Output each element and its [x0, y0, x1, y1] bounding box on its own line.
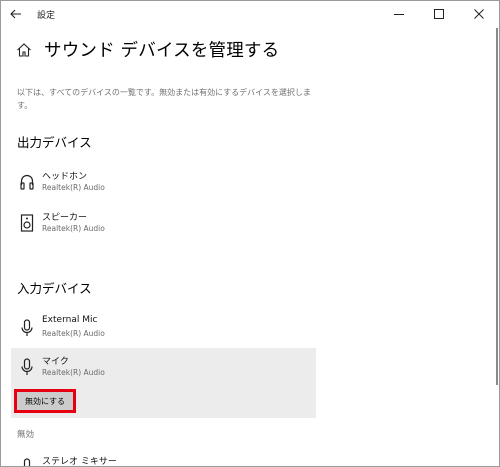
device-headphones[interactable]: ヘッドホン Realtek(R) Audio: [11, 163, 316, 203]
device-external-mic[interactable]: External Mic Realtek(R) Audio: [11, 309, 316, 349]
device-name: マイク: [42, 357, 69, 367]
headphones-icon: [20, 174, 34, 190]
microphone-icon: [21, 358, 33, 375]
disabled-section-label: 無効: [17, 430, 35, 440]
device-name: ステレオ ミキサー: [42, 457, 117, 467]
close-icon: [474, 9, 484, 19]
home-icon[interactable]: [16, 42, 32, 58]
device-driver: Realtek(R) Audio: [42, 329, 105, 338]
page-title: サウンド デバイスを管理する: [44, 41, 280, 61]
speaker-icon: [20, 214, 34, 232]
device-speaker[interactable]: スピーカー Realtek(R) Audio: [11, 204, 316, 244]
page-header: サウンド デバイスを管理する: [16, 37, 279, 62]
title-bar: 設定: [1, 1, 499, 27]
device-driver: Realtek(R) Audio: [42, 183, 105, 192]
app-title: 設定: [37, 10, 56, 21]
close-button[interactable]: [459, 1, 499, 27]
device-name: スピーカー: [42, 213, 88, 223]
device-name: External Mic: [42, 315, 98, 325]
maximize-icon: [434, 9, 444, 19]
minimize-icon: [394, 14, 404, 15]
device-stereo-mixer[interactable]: ステレオ ミキサー: [11, 448, 316, 467]
device-name: ヘッドホン: [42, 172, 88, 182]
settings-window: 設定 サウンド デバイスを管理する 以下は、すべてのデバイスの一覧です。無効また…: [0, 0, 500, 467]
output-devices-heading: 出力デバイス: [17, 135, 92, 150]
device-mic-selected[interactable]: マイク Realtek(R) Audio 無効にする: [11, 348, 316, 418]
disable-device-button[interactable]: 無効にする: [15, 390, 75, 412]
minimize-button[interactable]: [379, 1, 419, 27]
microphone-icon: [23, 458, 31, 466]
device-driver: Realtek(R) Audio: [42, 224, 105, 233]
back-arrow-icon: [10, 9, 21, 19]
device-driver: Realtek(R) Audio: [42, 368, 105, 377]
microphone-icon: [21, 319, 33, 336]
back-button[interactable]: [1, 1, 31, 27]
maximize-button[interactable]: [419, 1, 459, 27]
scrollbar[interactable]: [496, 28, 498, 385]
window-controls: [379, 1, 499, 27]
page-description: 以下は、すべてのデバイスの一覧です。無効または有効にするデバイスを選択します。: [17, 88, 311, 110]
input-devices-heading: 入力デバイス: [17, 281, 92, 296]
